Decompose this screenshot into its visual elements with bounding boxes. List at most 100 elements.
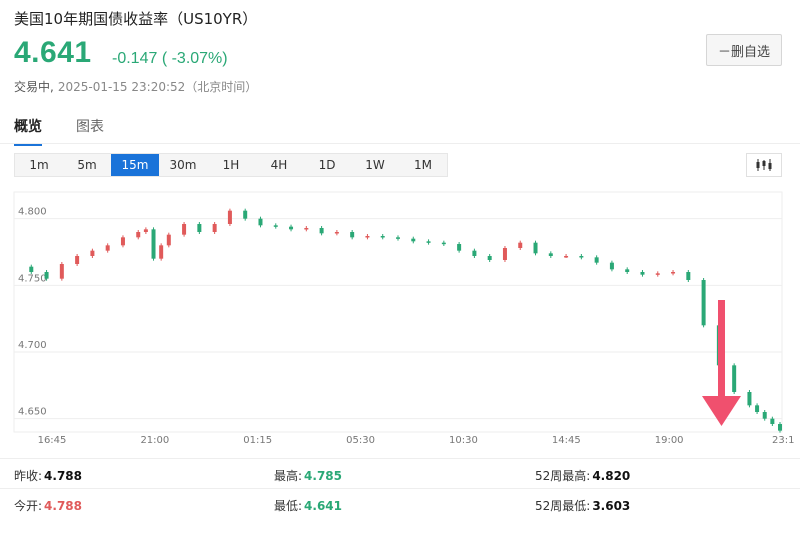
- candle-body: [159, 245, 164, 259]
- x-tick-label: 14:45: [552, 435, 581, 446]
- candle-body: [143, 229, 148, 232]
- status-timestamp: 2025-01-15 23:20:52（北京时间）: [57, 80, 258, 94]
- day-low-value: 4.641: [304, 499, 343, 513]
- candle-body: [90, 250, 95, 256]
- candle-body: [457, 244, 462, 251]
- open: 今开: 4.788: [14, 497, 82, 514]
- candle-body: [533, 242, 538, 254]
- candle-body: [502, 248, 507, 260]
- day-high-label: 最高:: [274, 469, 303, 483]
- candle-body: [472, 250, 477, 256]
- y-axis-ticks: 4.800 4.750 4.700 4.650: [18, 207, 47, 418]
- candle-body: [136, 232, 141, 238]
- x-tick-label: 23:1: [772, 435, 794, 446]
- stats-row-1: 昨收: 4.788 最高: 4.785 52周最高: 4.820: [0, 458, 800, 489]
- candle-body: [59, 264, 64, 279]
- period-1w[interactable]: 1W: [351, 154, 399, 176]
- chart-type-button[interactable]: [746, 153, 782, 177]
- candle-body: [380, 236, 385, 238]
- y-tick-label: 4.750: [18, 273, 47, 284]
- candle-body: [686, 272, 691, 280]
- candle-body: [243, 210, 248, 219]
- candle-body: [289, 226, 294, 230]
- candle-body: [304, 228, 309, 230]
- candle-body: [594, 257, 599, 263]
- period-1h[interactable]: 1H: [207, 154, 255, 176]
- candle-body: [487, 256, 492, 260]
- period-30m[interactable]: 30m: [159, 154, 207, 176]
- y-tick-label: 4.800: [18, 207, 47, 218]
- candle-body: [762, 412, 767, 419]
- day-high: 最高: 4.785: [274, 467, 342, 484]
- x-tick-label: 16:45: [38, 435, 67, 446]
- candle-body: [701, 280, 706, 326]
- candle-body: [151, 229, 156, 259]
- candle-body: [625, 269, 630, 272]
- x-tick-label: 10:30: [449, 435, 478, 446]
- candle-body: [426, 241, 431, 243]
- status-text: 交易中,: [14, 80, 54, 94]
- period-15m[interactable]: 15m: [111, 154, 159, 176]
- candle-body: [166, 234, 171, 246]
- wk52-low: 52周最低: 3.603: [535, 497, 630, 514]
- candle-body: [755, 405, 760, 412]
- candle-body: [273, 225, 278, 227]
- remove-watchlist-button[interactable]: －删自选: [706, 34, 782, 66]
- wk52-low-label: 52周最低:: [535, 499, 591, 513]
- candle-body: [350, 232, 355, 238]
- period-4h[interactable]: 4H: [255, 154, 303, 176]
- arrow-shaft: [718, 300, 725, 398]
- tab-chart[interactable]: 图表: [76, 116, 104, 146]
- x-axis-ticks: 16:45 21:00 01:15 05:30 10:30 14:45 19:00 23:1: [38, 435, 795, 446]
- period-1d[interactable]: 1D: [303, 154, 351, 176]
- tab-overview[interactable]: 概览: [14, 116, 42, 146]
- last-price: 4.641: [14, 36, 92, 69]
- period-1m[interactable]: 1m: [15, 154, 63, 176]
- candle-body: [640, 272, 645, 275]
- y-tick-label: 4.700: [18, 340, 47, 351]
- down-arrow-annotation: [702, 300, 741, 426]
- period-1mo[interactable]: 1M: [399, 154, 447, 176]
- open-value: 4.788: [44, 499, 83, 513]
- price-chart[interactable]: 4.800 4.750 4.700 4.650 16:45 21:00 01:15 05:3…: [0, 188, 800, 450]
- candle-body: [441, 242, 446, 245]
- day-high-value: 4.785: [304, 469, 343, 483]
- candle-body: [778, 424, 782, 431]
- wk52-high-value: 4.820: [592, 469, 631, 483]
- candle-body: [609, 262, 614, 270]
- x-tick-label: 01:15: [243, 435, 272, 446]
- candle-body: [396, 237, 400, 239]
- wk52-low-value: 3.603: [592, 499, 631, 513]
- x-tick-label: 19:00: [655, 435, 684, 446]
- arrow-head: [702, 396, 741, 426]
- tab-divider: [0, 143, 800, 144]
- candle-body: [197, 224, 202, 232]
- candle-body: [747, 392, 752, 406]
- candle-body: [655, 273, 660, 275]
- candle-body: [319, 228, 324, 234]
- candle-body: [365, 236, 370, 238]
- prev-close-value: 4.788: [44, 469, 83, 483]
- chart-grid: [13, 191, 783, 433]
- open-label: 今开:: [14, 499, 43, 513]
- wk52-high: 52周最高: 4.820: [535, 467, 630, 484]
- candle-body: [29, 266, 34, 272]
- candle-body: [212, 224, 217, 232]
- plot-frame: [13, 191, 783, 433]
- tab-bar: 概览 图表: [14, 116, 104, 146]
- candle-body: [182, 224, 187, 235]
- candle-body: [564, 256, 569, 258]
- candle-body: [120, 237, 125, 246]
- candle-body: [227, 210, 232, 224]
- candle-body: [258, 218, 263, 226]
- wk52-high-label: 52周最高:: [535, 469, 591, 483]
- y-tick-label: 4.650: [18, 407, 47, 418]
- candle-body: [75, 256, 80, 264]
- x-tick-label: 21:00: [140, 435, 169, 446]
- candle-body: [518, 242, 523, 248]
- period-5m[interactable]: 5m: [63, 154, 111, 176]
- day-low-label: 最低:: [274, 499, 303, 513]
- stats-row-2: 今开: 4.788 最低: 4.641 52周最低: 3.603: [0, 488, 800, 519]
- instrument-title: 美国10年期国债收益率（US10YR）: [14, 10, 258, 28]
- trading-status: 交易中, 2025-01-15 23:20:52（北京时间）: [14, 78, 257, 95]
